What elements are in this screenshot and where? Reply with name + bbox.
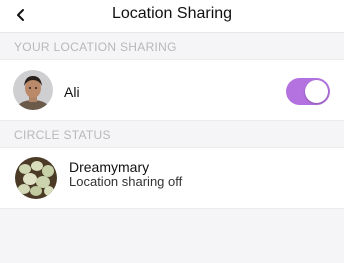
circle-member-row[interactable]: Dreamymary Location sharing off [0, 147, 344, 209]
header-bar: Location Sharing [0, 0, 344, 33]
member-name: Dreamymary [69, 159, 150, 175]
member-status: Location sharing off [69, 174, 183, 189]
avatar [13, 70, 53, 110]
own-location-row: Ali [0, 59, 344, 121]
section-label-circle-status: CIRCLE STATUS [14, 128, 111, 142]
location-sharing-toggle[interactable] [286, 78, 330, 105]
user-name: Ali [64, 84, 80, 100]
page-title: Location Sharing [111, 5, 233, 22]
member-avatar [15, 157, 57, 199]
toggle-knob [305, 80, 328, 103]
section-label-your-location: YOUR LOCATION SHARING [14, 40, 177, 54]
